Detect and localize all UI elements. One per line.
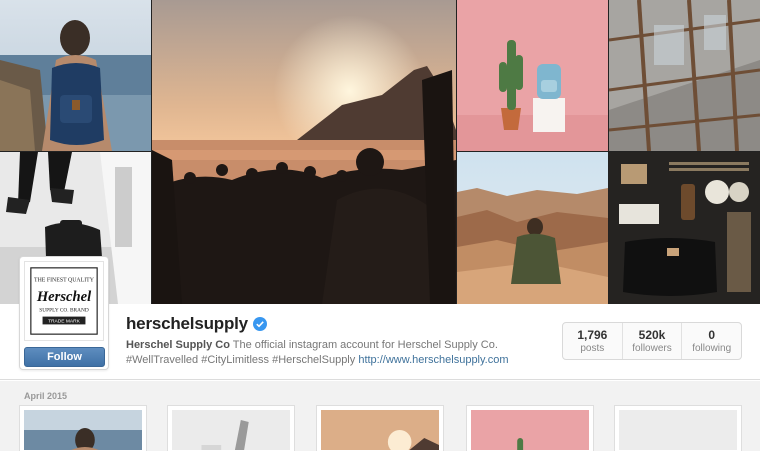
cover-photo-cactus-backpack[interactable] [457,0,608,151]
profile-bio: Herschel Supply Co The official instagra… [126,338,546,368]
avatar[interactable]: THE FINEST QUALITY Herschel SUPPLY CO. B… [24,261,104,341]
svg-text:Herschel: Herschel [36,289,92,305]
feed-thumbnail-image [619,410,737,450]
cover-photo-sunset-crowd[interactable] [152,0,456,304]
instagram-profile-page: THE FINEST QUALITY Herschel SUPPLY CO. B… [0,0,760,451]
feed-thumbnail[interactable] [316,405,444,451]
profile-username: herschelsupply [126,314,248,333]
cover-photo-backpack-sea[interactable] [0,0,151,151]
stat-following[interactable]: 0 following [682,323,741,359]
profile-avatar-card: THE FINEST QUALITY Herschel SUPPLY CO. B… [19,256,109,370]
website-link[interactable]: http://www.herschelsupply.com [358,354,508,366]
cover-photo-mosaic [0,0,760,304]
feed-thumbnail[interactable] [167,405,295,451]
stat-value: 520k [638,328,666,342]
stat-posts[interactable]: 1,796 posts [563,323,623,359]
feed-thumbnail-image [471,410,589,450]
feed-thumbnail[interactable] [19,405,147,451]
herschel-logo-icon: THE FINEST QUALITY Herschel SUPPLY CO. B… [30,267,98,335]
stat-followers[interactable]: 520k followers [623,323,683,359]
stat-value: 1,796 [577,328,608,342]
cover-photo-building[interactable] [609,0,760,151]
bio-text: The official instagram account for Hersc… [232,339,498,351]
svg-text:TRADE MARK: TRADE MARK [48,318,81,324]
feed-thumbnail[interactable] [614,405,742,451]
stat-value: 0 [708,328,716,342]
follow-button[interactable]: Follow [24,347,105,367]
svg-text:THE FINEST QUALITY: THE FINEST QUALITY [34,278,95,284]
svg-text:SUPPLY CO. BRAND: SUPPLY CO. BRAND [39,308,89,314]
username-row: herschelsupply [126,314,267,334]
stat-label: posts [580,343,605,354]
photo-feed: April 2015 [0,381,760,451]
cover-photo-canyon[interactable] [457,152,608,304]
bio-hashtags[interactable]: #WellTravelled #CityLimitless #HerschelS… [126,354,355,366]
stat-label: following [692,343,732,354]
feed-thumbnail-image [172,410,290,450]
feed-thumbnail-image [321,410,439,450]
profile-stats: 1,796 posts 520k followers 0 following [562,322,742,360]
verified-badge-icon [252,317,267,331]
feed-thumbnail-image [24,410,142,450]
cover-photo-flatlay[interactable] [609,152,760,304]
profile-full-name: Herschel Supply Co [126,339,230,351]
feed-thumbnail[interactable] [466,405,594,451]
stat-label: followers [632,343,672,354]
feed-month-label: April 2015 [24,391,68,401]
